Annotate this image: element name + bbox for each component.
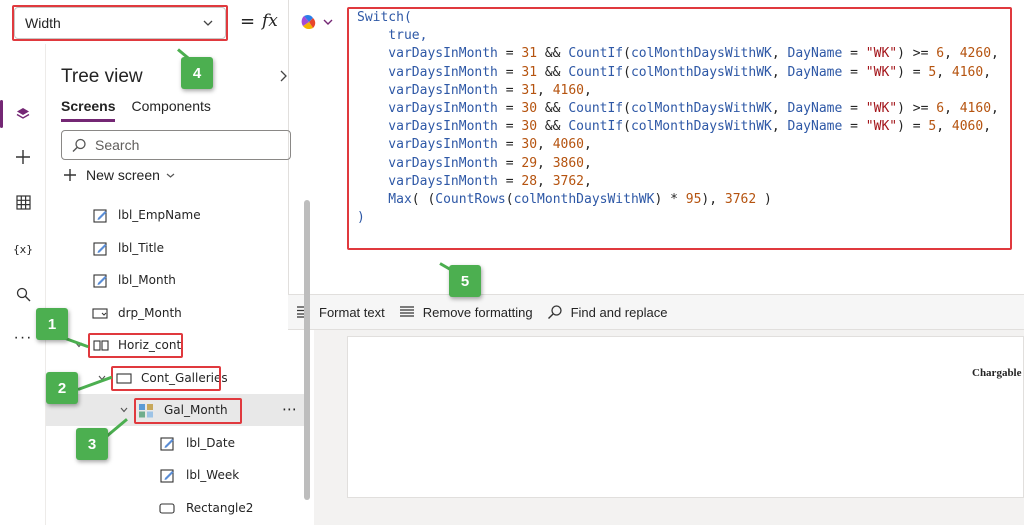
tree-item-label: Cont_Galleries (141, 371, 228, 385)
variables-rail-button[interactable]: {x} (0, 229, 46, 269)
property-value: Width (25, 15, 61, 31)
search-icon (72, 138, 86, 152)
gallery-icon (139, 404, 153, 418)
tree-scrollbar[interactable] (304, 200, 310, 500)
tree-item[interactable]: lbl_Title (46, 232, 304, 264)
tree-item-label: lbl_Date (186, 436, 235, 450)
tab-components[interactable]: Components (131, 98, 210, 122)
plus-icon (64, 169, 76, 181)
chevron-right-icon[interactable] (279, 70, 289, 82)
left-rail: {x} ··· (0, 44, 46, 525)
remove-formatting-label: Remove formatting (422, 304, 533, 320)
tree-item-label: lbl_Week (186, 468, 240, 482)
format-text-label: Format text (319, 304, 385, 320)
copilot-icon[interactable] (300, 13, 318, 31)
plus-icon (16, 150, 30, 164)
search-icon (547, 305, 562, 319)
formula-line: varDaysInMonth = 30, 4060, (357, 137, 592, 153)
chargable-label: Chargable (972, 367, 1022, 379)
search-icon (16, 287, 30, 301)
data-rail-button[interactable] (0, 182, 46, 222)
formula-line: varDaysInMonth = 29, 3860, (357, 155, 592, 171)
rectangle-icon (159, 503, 175, 514)
chevron-down-icon (203, 20, 213, 26)
formula-line: ) (357, 210, 365, 226)
equals-sign: = (240, 11, 256, 32)
tree-item-label: lbl_EmpName (118, 208, 201, 222)
label-edit-icon (160, 469, 174, 483)
search-placeholder: Search (95, 137, 140, 153)
tree-item[interactable]: Rectangle2 (46, 492, 304, 524)
tree-view-title: Tree view (61, 66, 143, 87)
variables-icon: {x} (13, 242, 33, 256)
chevron-down-icon[interactable] (323, 18, 333, 26)
find-replace-button[interactable]: Find and replace (547, 304, 668, 320)
tree-item[interactable]: drp_Month (46, 297, 304, 329)
callout-badge-4: 4 (181, 57, 213, 89)
chevron-down-icon (166, 173, 175, 178)
label-edit-icon (93, 274, 107, 288)
remove-formatting-icon (399, 306, 414, 317)
container-icon (116, 373, 132, 384)
label-edit-icon (93, 209, 107, 223)
chevron-down-icon[interactable] (119, 405, 129, 415)
label-edit-icon (160, 437, 174, 451)
callout-badge-1: 1 (36, 308, 68, 340)
new-screen-button[interactable]: New screen (63, 167, 175, 183)
callout-badge-2: 2 (46, 372, 78, 404)
tree-item[interactable]: lbl_Week (46, 459, 304, 491)
formula-line: Max( (CountRows(colMonthDaysWithWK) * 95… (357, 191, 772, 207)
formula-line: varDaysInMonth = 31 && CountIf(colMonthD… (357, 64, 992, 80)
search-input[interactable]: Search (61, 130, 291, 160)
new-screen-label: New screen (86, 167, 160, 183)
format-toolbar: Format text Remove formatting Find and r… (288, 294, 1024, 330)
callout-badge-5: 5 (449, 265, 481, 297)
more-options-icon[interactable]: ⋯ (282, 400, 297, 418)
tree-item[interactable]: lbl_EmpName (46, 199, 304, 231)
formula-line: varDaysInMonth = 30 && CountIf(colMonthD… (357, 119, 992, 135)
label-edit-icon (93, 242, 107, 256)
formula-line: true, (357, 28, 428, 44)
remove-formatting-button[interactable]: Remove formatting (399, 305, 533, 320)
tree-item-label: Gal_Month (164, 403, 228, 417)
formula-line: Switch( (357, 10, 412, 25)
tree-item-label: drp_Month (118, 306, 182, 320)
formula-line: varDaysInMonth = 28, 3762, (357, 173, 592, 189)
tree-item-cont-galleries[interactable]: Cont_Galleries (46, 362, 304, 394)
insert-rail-button[interactable] (0, 137, 46, 177)
tree-item-label: Rectangle2 (186, 501, 254, 515)
tree-item-label: lbl_Title (118, 241, 165, 255)
tree-item-label: lbl_Month (118, 273, 176, 287)
fx-icon: fx (262, 11, 278, 31)
formula-line: varDaysInMonth = 31 && CountIf(colMonthD… (357, 46, 999, 62)
formula-line: varDaysInMonth = 30 && CountIf(colMonthD… (357, 100, 999, 116)
layers-icon (16, 108, 30, 119)
table-icon (15, 194, 31, 210)
formula-code[interactable]: Switch( true, varDaysInMonth = 31 && Cou… (357, 9, 999, 227)
screen-preview[interactable] (347, 336, 1024, 498)
horizontal-container-icon (93, 340, 109, 351)
tree-item-gal-month[interactable]: Gal_Month ⋯ (46, 394, 304, 426)
callout-badge-3: 3 (76, 428, 108, 460)
dropdown-icon (92, 308, 108, 319)
formula-line: varDaysInMonth = 31, 4160, (357, 82, 592, 98)
tree-view-rail-button[interactable] (0, 94, 46, 134)
find-replace-label: Find and replace (570, 304, 668, 320)
more-icon: ··· (13, 329, 33, 346)
tree-item[interactable]: lbl_Month (46, 264, 304, 296)
property-dropdown[interactable]: Width (14, 7, 226, 39)
tab-screens[interactable]: Screens (61, 98, 116, 122)
tree-item-label: Horiz_cont (118, 338, 182, 352)
tree-tabs: Screens Components (61, 98, 211, 122)
